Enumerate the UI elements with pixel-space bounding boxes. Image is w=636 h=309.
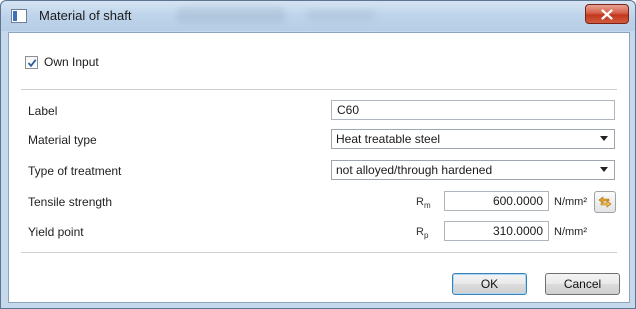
- own-input-row[interactable]: Own Input: [25, 55, 99, 69]
- yield-symbol: Rp: [416, 226, 429, 241]
- tensile-unit: N/mm²: [554, 196, 587, 208]
- divider: [21, 89, 617, 90]
- swap-arrows-icon: [598, 196, 612, 208]
- treatment-value: not alloyed/through hardened: [336, 163, 493, 177]
- material-type-value: Heat treatable steel: [336, 132, 441, 146]
- ok-button[interactable]: OK: [452, 273, 527, 295]
- checkmark-icon: [27, 58, 37, 67]
- yield-point-caption: Yield point: [28, 225, 84, 239]
- yield-point-input[interactable]: 310.0000: [444, 221, 549, 241]
- window-app-icon: [11, 9, 27, 23]
- treatment-select[interactable]: not alloyed/through hardened: [331, 160, 615, 180]
- title-bar[interactable]: Material of shaft: [1, 1, 635, 31]
- label-caption: Label: [28, 104, 58, 118]
- divider: [21, 252, 617, 253]
- tensile-symbol: Rm: [416, 196, 431, 211]
- background-blur: [176, 7, 286, 23]
- material-type-caption: Material type: [28, 133, 97, 147]
- window-title: Material of shaft: [39, 8, 132, 23]
- tensile-strength-caption: Tensile strength: [28, 195, 113, 209]
- material-type-select[interactable]: Heat treatable steel: [331, 129, 615, 149]
- own-input-checkbox[interactable]: [25, 55, 38, 69]
- swap-button[interactable]: [594, 191, 616, 213]
- tensile-strength-input[interactable]: 600.0000: [444, 191, 549, 211]
- label-input[interactable]: C60: [331, 100, 615, 120]
- close-button[interactable]: [585, 4, 629, 24]
- own-input-label: Own Input: [44, 55, 99, 69]
- dialog-window: Material of shaft Own Input Label C60 Ma…: [0, 0, 636, 309]
- treatment-caption: Type of treatment: [28, 164, 122, 178]
- dialog-body: Own Input Label C60 Material type Heat t…: [8, 32, 630, 303]
- yield-unit: N/mm²: [554, 226, 587, 238]
- cancel-button[interactable]: Cancel: [545, 273, 620, 295]
- chevron-down-icon: [600, 136, 608, 141]
- close-icon: [601, 8, 613, 20]
- background-blur: [306, 9, 376, 21]
- chevron-down-icon: [600, 167, 608, 172]
